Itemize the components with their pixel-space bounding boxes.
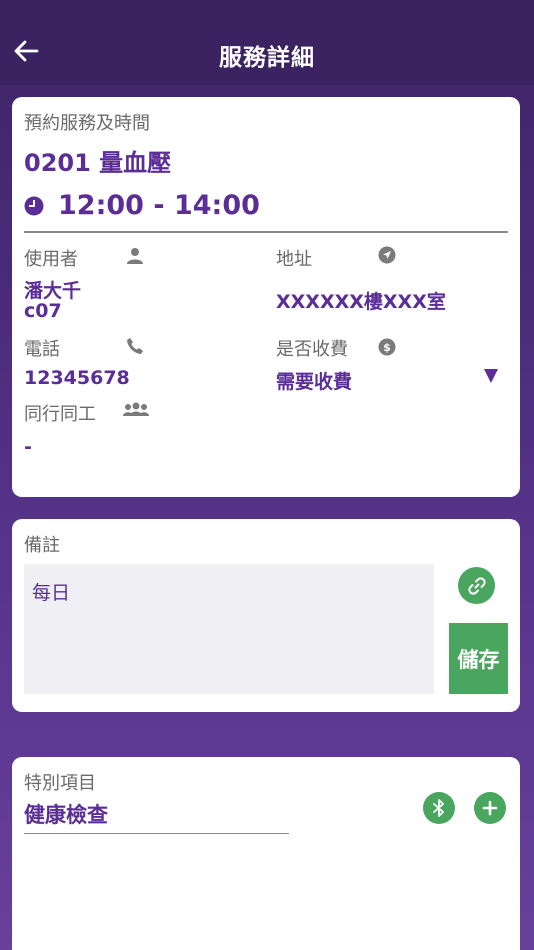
group-icon (122, 402, 150, 418)
link-button[interactable] (458, 567, 495, 604)
divider (24, 231, 508, 233)
charge-label: 是否收費 (276, 339, 348, 360)
notes-label: 備註 (24, 535, 60, 556)
bluetooth-button[interactable] (423, 792, 455, 824)
special-item-field[interactable]: 健康檢查 (24, 799, 289, 834)
bluetooth-icon (433, 799, 444, 817)
user-label: 使用者 (24, 249, 78, 270)
person-icon (126, 247, 144, 265)
booking-card: 預約服務及時間 0201 量血壓 12:00 - 14:00 使用者 潘大千 c… (12, 97, 520, 497)
special-card: 特別項目 健康檢查 (12, 757, 520, 950)
location-arrow-icon (378, 246, 396, 264)
notes-textarea[interactable]: 每日 (24, 564, 434, 694)
user-name: 潘大千 (24, 280, 82, 302)
notes-card: 備註 每日 儲存 (12, 519, 520, 712)
companion-label: 同行同工 (24, 404, 96, 425)
add-button[interactable] (474, 792, 506, 824)
user-code: c07 (24, 300, 62, 322)
booking-section-label: 預約服務及時間 (24, 113, 150, 134)
dollar-icon: $ (378, 338, 396, 356)
top-bar: 服務詳細 (0, 0, 534, 85)
link-icon (467, 576, 486, 595)
service-title: 0201 量血壓 (24, 149, 172, 177)
page-title: 服務詳細 (219, 45, 315, 71)
plus-icon (482, 800, 498, 816)
service-time: 12:00 - 14:00 (58, 190, 260, 221)
address-label: 地址 (276, 249, 312, 270)
companion-value: - (24, 436, 32, 458)
svg-text:$: $ (383, 341, 391, 354)
save-button[interactable]: 儲存 (449, 623, 508, 694)
charge-select[interactable]: 需要收費 (276, 367, 352, 394)
address-value: XXXXXX樓XXX室 (276, 291, 446, 313)
time-row: 12:00 - 14:00 (24, 190, 260, 221)
phone-label: 電話 (24, 339, 60, 360)
phone-icon (126, 337, 144, 355)
phone-value[interactable]: 12345678 (24, 367, 130, 389)
clock-icon (24, 196, 44, 215)
special-label: 特別項目 (24, 773, 96, 794)
dropdown-arrow-icon[interactable] (484, 369, 498, 383)
